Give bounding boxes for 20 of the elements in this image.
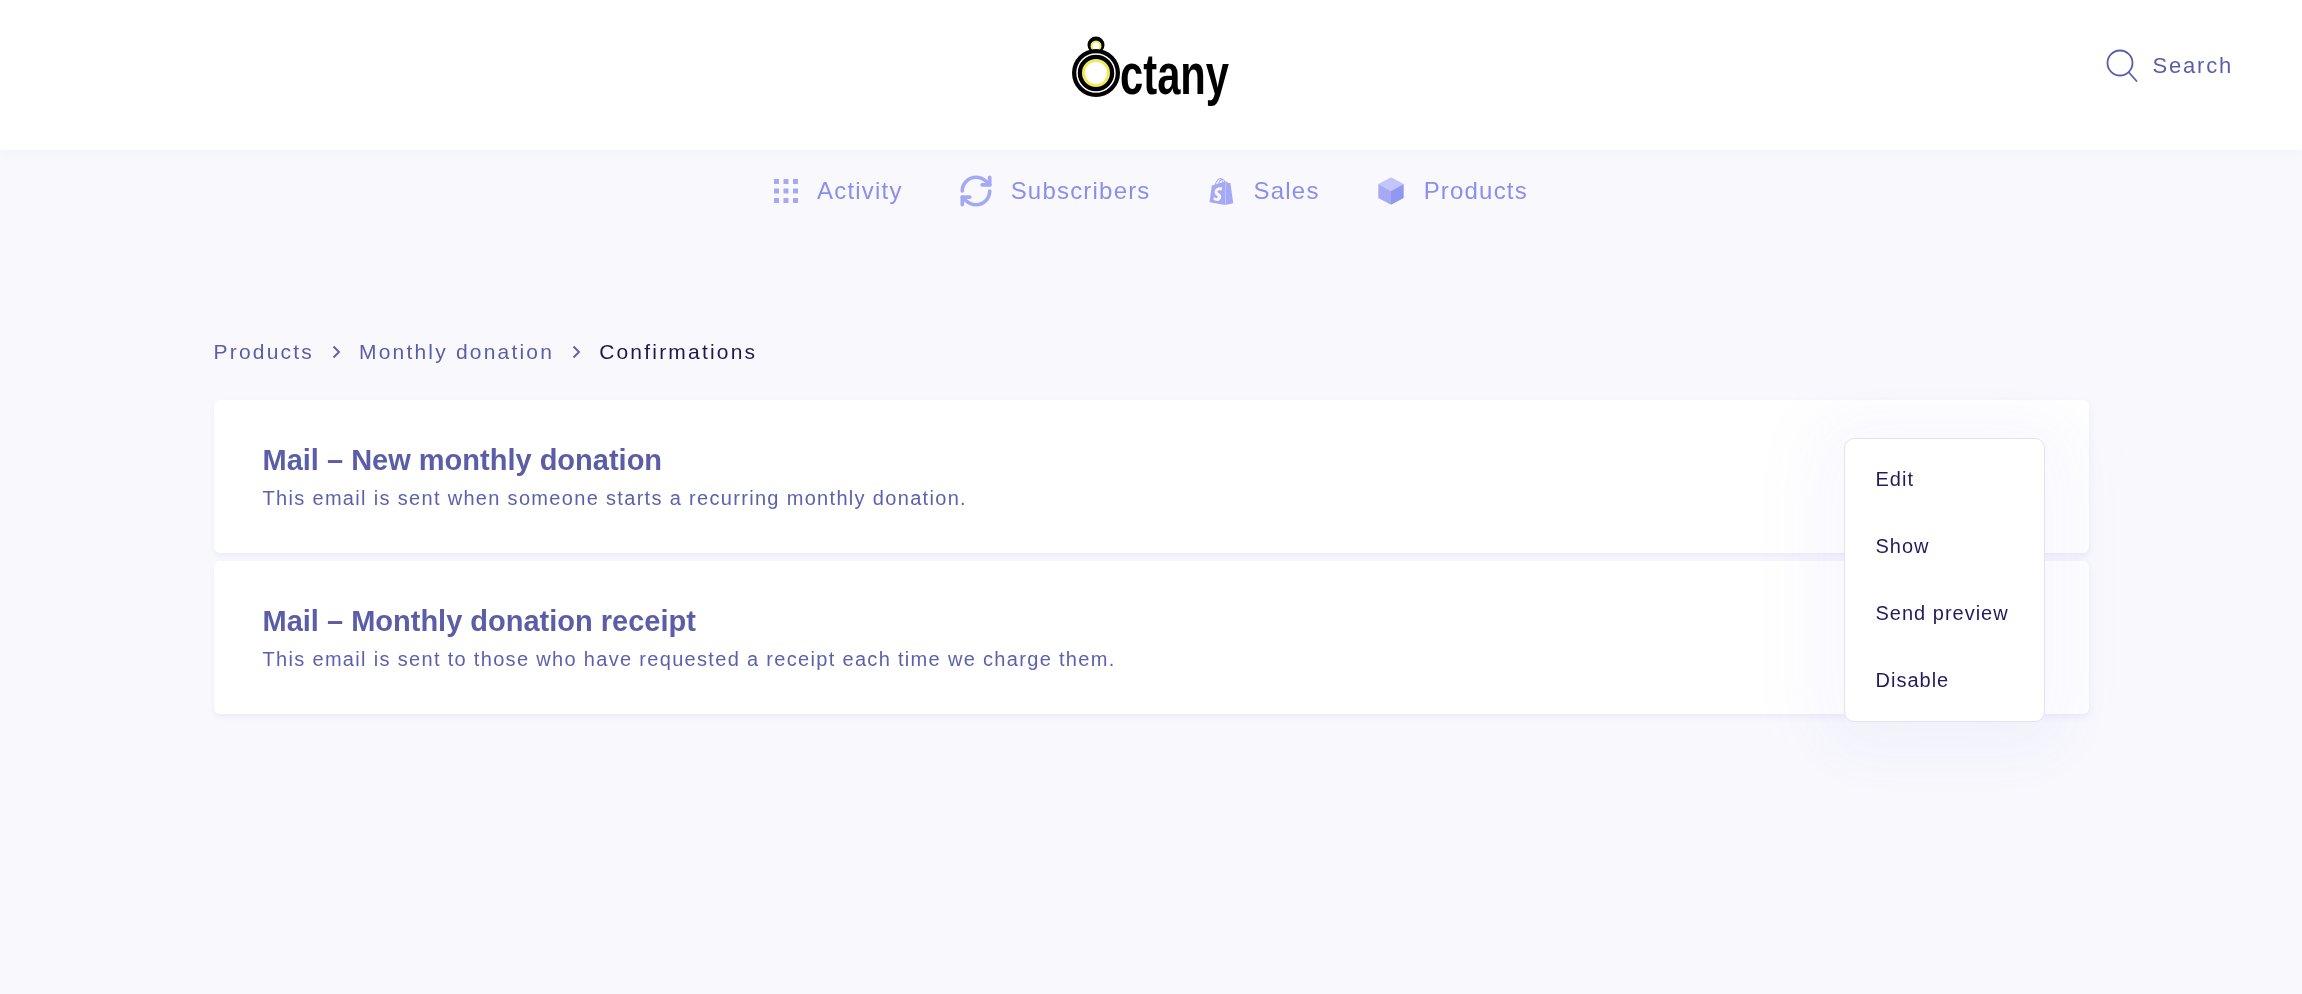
menu-item[interactable]: Edit bbox=[1844, 446, 2044, 513]
breadcrumb-link[interactable]: Confirmations bbox=[599, 339, 758, 365]
menu-item[interactable]: Send preview bbox=[1844, 580, 2044, 647]
email-description: This email is sent when someone starts a recurring monthly donation. bbox=[262, 486, 967, 511]
breadcrumb-link[interactable]: Monthly donation bbox=[359, 339, 555, 365]
email-description: This email is sent to those who have requested a receipt each time we charge them. bbox=[262, 647, 1116, 672]
search-button[interactable]: Search bbox=[2106, 49, 2233, 83]
chevron-right-icon bbox=[332, 345, 341, 359]
email-title: Mail – New monthly donation bbox=[262, 443, 663, 478]
refresh-icon bbox=[959, 175, 992, 207]
menu-item[interactable]: Disable bbox=[1844, 647, 2044, 714]
breadcrumb-link[interactable]: Products bbox=[213, 339, 314, 365]
menu-item[interactable]: Show bbox=[1844, 513, 2044, 580]
dots-grid-icon bbox=[774, 179, 799, 203]
email-title: Mail – Monthly donation receipt bbox=[262, 604, 696, 639]
shopping-bag-icon bbox=[1207, 177, 1235, 205]
logo-ring-icon bbox=[1072, 35, 1121, 97]
cube-icon bbox=[1376, 176, 1405, 206]
search-icon bbox=[2106, 49, 2139, 83]
chevron-right-icon bbox=[572, 345, 582, 359]
